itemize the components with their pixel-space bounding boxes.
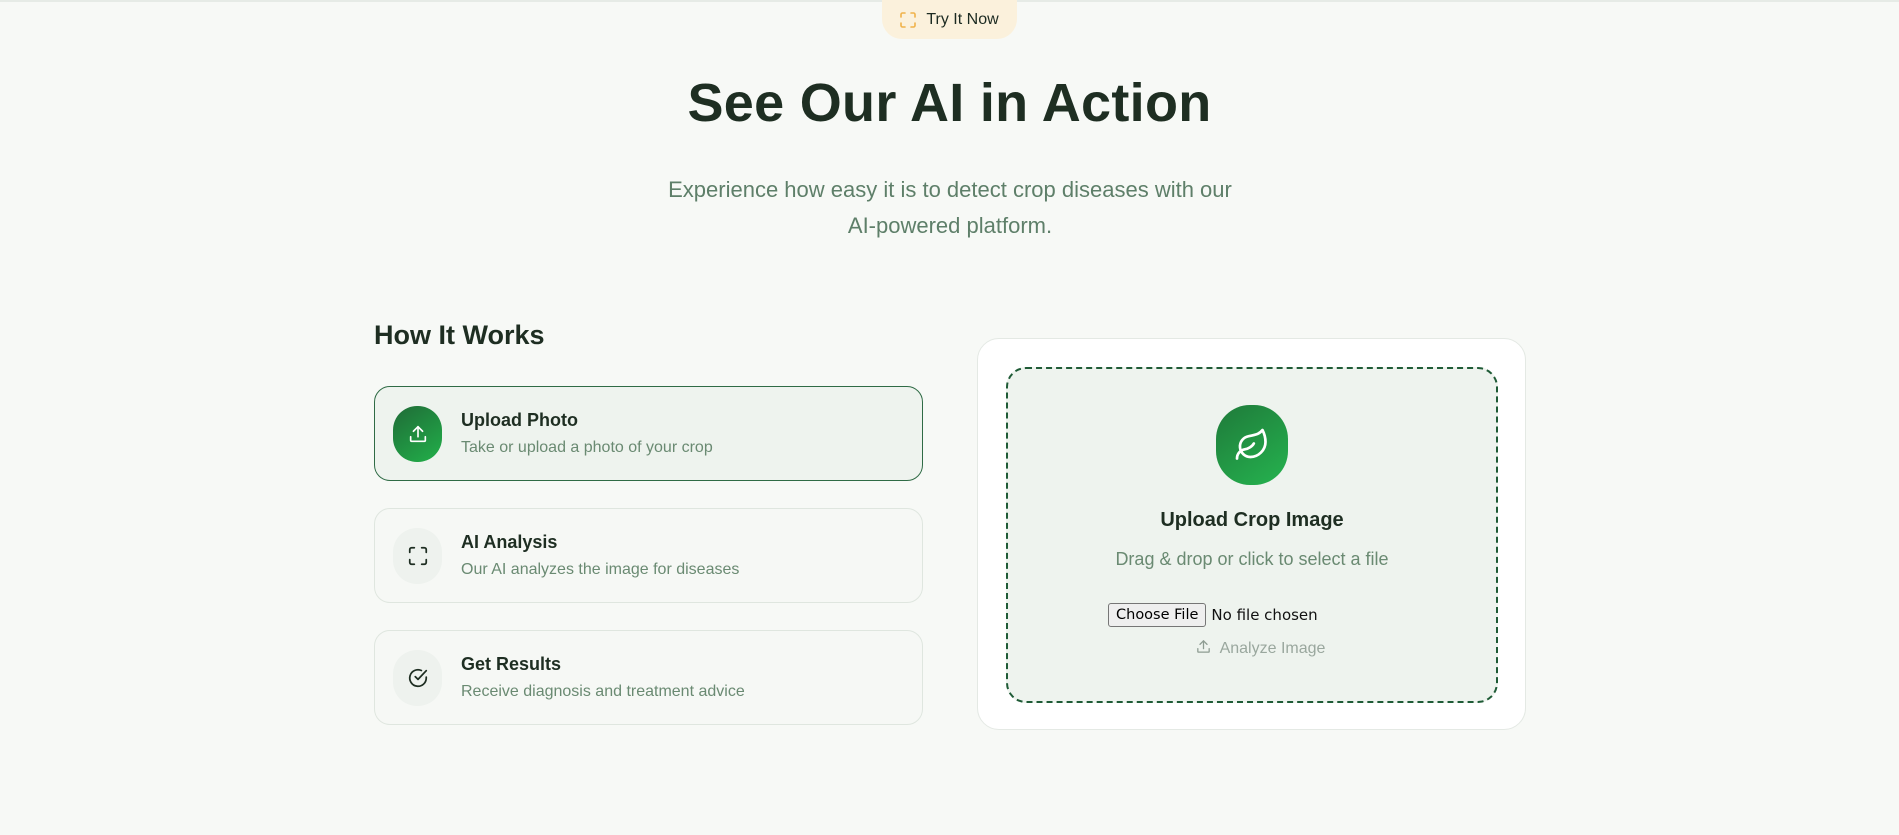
upload-card: Upload Crop Image Drag & drop or click t… — [977, 338, 1526, 730]
upload-icon — [393, 405, 442, 462]
analyze-image-button[interactable]: Analyze Image — [1008, 638, 1496, 660]
step-get-results[interactable]: Get Results Receive diagnosis and treatm… — [374, 630, 923, 725]
file-input[interactable]: Choose File No file chosen — [1108, 603, 1318, 627]
step-desc: Our AI analyzes the image for diseases — [461, 561, 740, 578]
step-desc: Take or upload a photo of your crop — [461, 439, 713, 456]
page-title: See Our AI in Action — [687, 73, 1212, 133]
scan-icon — [393, 527, 442, 584]
step-title: AI Analysis — [461, 532, 558, 552]
step-desc: Receive diagnosis and treatment advice — [461, 683, 745, 700]
scan-icon — [900, 11, 917, 28]
step-upload-photo[interactable]: Upload Photo Take or upload a photo of y… — [374, 386, 923, 481]
subtitle-line-1: Experience how easy it is to detect crop… — [668, 177, 1232, 202]
subtitle-line-2: AI-powered platform. — [847, 213, 1053, 238]
upload-icon — [1195, 638, 1212, 660]
analyze-label: Analyze Image — [1219, 640, 1326, 657]
how-it-works-title: How It Works — [374, 320, 545, 350]
step-title: Get Results — [461, 654, 562, 674]
badge-label: Try It Now — [926, 10, 999, 28]
leaf-icon — [1216, 405, 1288, 485]
choose-file-button[interactable]: Choose File — [1108, 603, 1207, 627]
try-it-now-badge: Try It Now — [882, 0, 1017, 39]
step-ai-analysis[interactable]: AI Analysis Our AI analyzes the image fo… — [374, 508, 923, 603]
check-circle-icon — [393, 649, 442, 706]
file-status: No file chosen — [1211, 606, 1318, 624]
page-subtitle: Experience how easy it is to detect crop… — [650, 172, 1250, 244]
upload-title: Upload Crop Image — [1160, 509, 1344, 531]
step-title: Upload Photo — [461, 410, 578, 430]
upload-dropzone[interactable]: Upload Crop Image Drag & drop or click t… — [1006, 367, 1498, 703]
upload-description: Drag & drop or click to select a file — [1115, 549, 1389, 569]
